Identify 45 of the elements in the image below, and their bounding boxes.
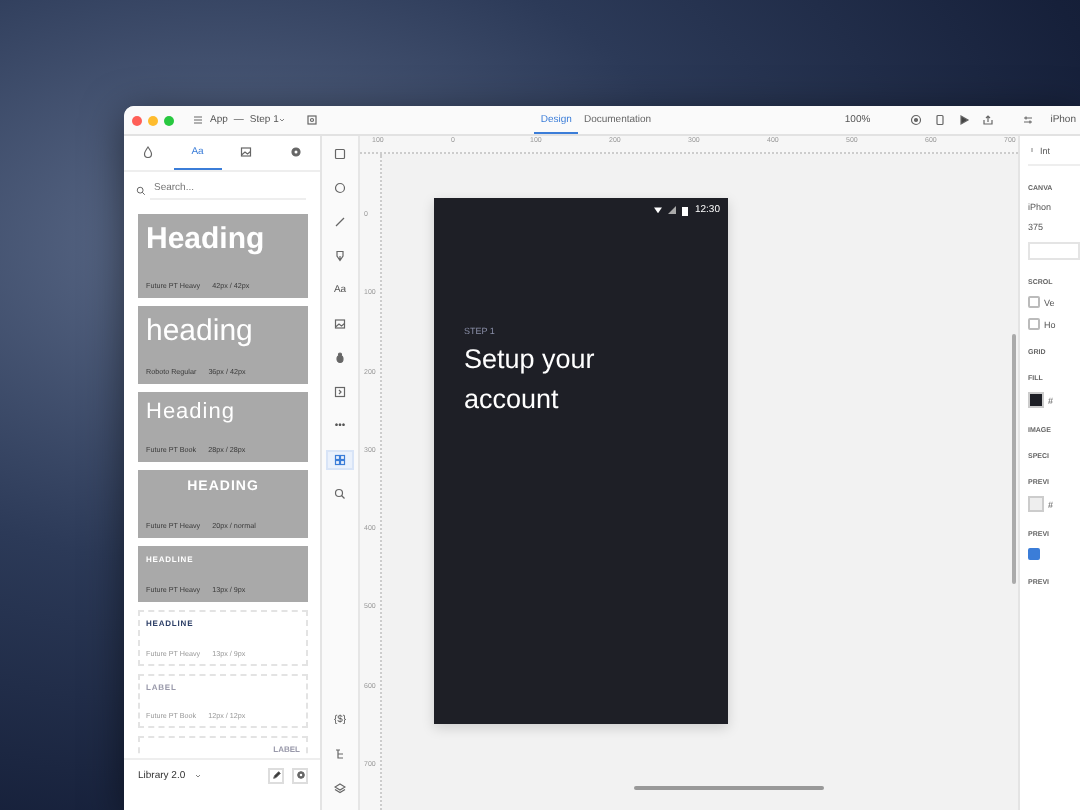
frame-icon [334, 386, 346, 398]
battery-icon [682, 205, 689, 215]
pen-icon [334, 250, 346, 262]
signal-icon [668, 206, 677, 214]
share-icon [982, 114, 995, 126]
close-button[interactable] [132, 115, 142, 125]
checkbox[interactable] [1028, 318, 1040, 330]
settings-icon [295, 770, 305, 780]
layers-icon [334, 782, 346, 794]
checkbox[interactable] [1028, 548, 1040, 560]
input-field[interactable] [1028, 242, 1080, 260]
screen-heading: Setup your account [464, 342, 597, 418]
help-icon [910, 114, 923, 126]
grid-icon [334, 454, 346, 466]
pencil-icon [271, 770, 281, 780]
rectangle-icon [334, 148, 346, 160]
search-icon [334, 488, 346, 500]
style-sample: Heading [146, 224, 265, 254]
style-sample: heading [146, 316, 253, 346]
image-icon [240, 146, 253, 158]
horizontal-scrollbar[interactable] [634, 786, 824, 790]
phone-icon [934, 114, 947, 126]
color-swatch[interactable] [1028, 392, 1044, 408]
menu-icon [192, 114, 204, 126]
search-icon [136, 185, 146, 195]
minimize-button[interactable] [148, 115, 158, 125]
bug-icon [334, 352, 346, 364]
wifi-icon [654, 206, 663, 214]
circle-icon [334, 182, 346, 194]
tree-icon [334, 748, 346, 760]
settings-icon [289, 146, 302, 158]
vertical-scrollbar[interactable] [1012, 334, 1016, 584]
frame-icon [306, 114, 319, 126]
tool-button[interactable] [326, 450, 354, 470]
sliders-icon [1022, 114, 1035, 126]
style-sample: Heading [146, 402, 235, 424]
play-icon [958, 114, 971, 126]
settings-button[interactable] [292, 767, 308, 783]
drop-icon [142, 146, 155, 158]
checkbox[interactable] [1028, 296, 1040, 308]
line-icon [334, 216, 346, 228]
image-icon [334, 318, 346, 330]
color-swatch[interactable] [1028, 496, 1044, 512]
edit-button[interactable] [268, 767, 284, 783]
maximize-button[interactable] [164, 115, 174, 125]
